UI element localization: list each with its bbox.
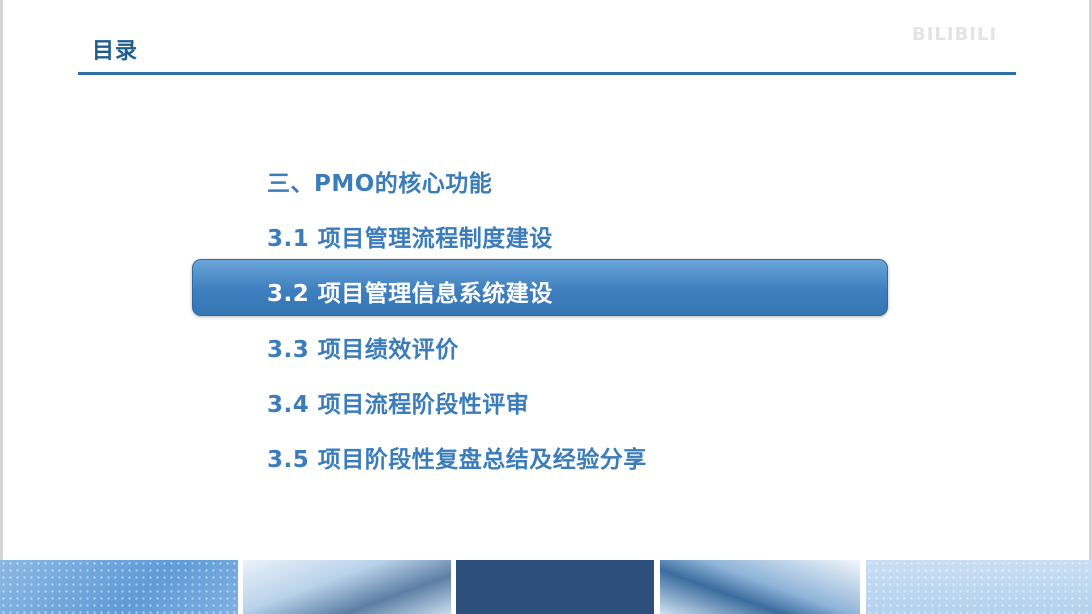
footer-image-5 (866, 560, 1092, 614)
toc-item-3-5[interactable]: 3.5 项目阶段性复盘总结及经验分享 (267, 440, 647, 474)
footer-image-3 (456, 560, 654, 614)
title-divider (78, 72, 1016, 75)
toc-item-3-1[interactable]: 3.1 项目管理流程制度建设 (267, 219, 553, 253)
toc-item-3-4[interactable]: 3.4 项目流程阶段性评审 (267, 385, 529, 419)
slide-title: 目录 (92, 39, 139, 64)
toc-item-3-3[interactable]: 3.3 项目绩效评价 (267, 330, 459, 364)
footer-image-4 (660, 560, 860, 614)
footer-image-1 (0, 560, 238, 614)
footer-image-2 (243, 560, 451, 614)
slide-frame-left (0, 0, 3, 560)
toc-heading: 三、PMO的核心功能 (267, 171, 493, 197)
watermark-logo: BILIBILI (912, 24, 998, 45)
toc-item-3-2[interactable]: 3.2 项目管理信息系统建设 (267, 274, 553, 308)
